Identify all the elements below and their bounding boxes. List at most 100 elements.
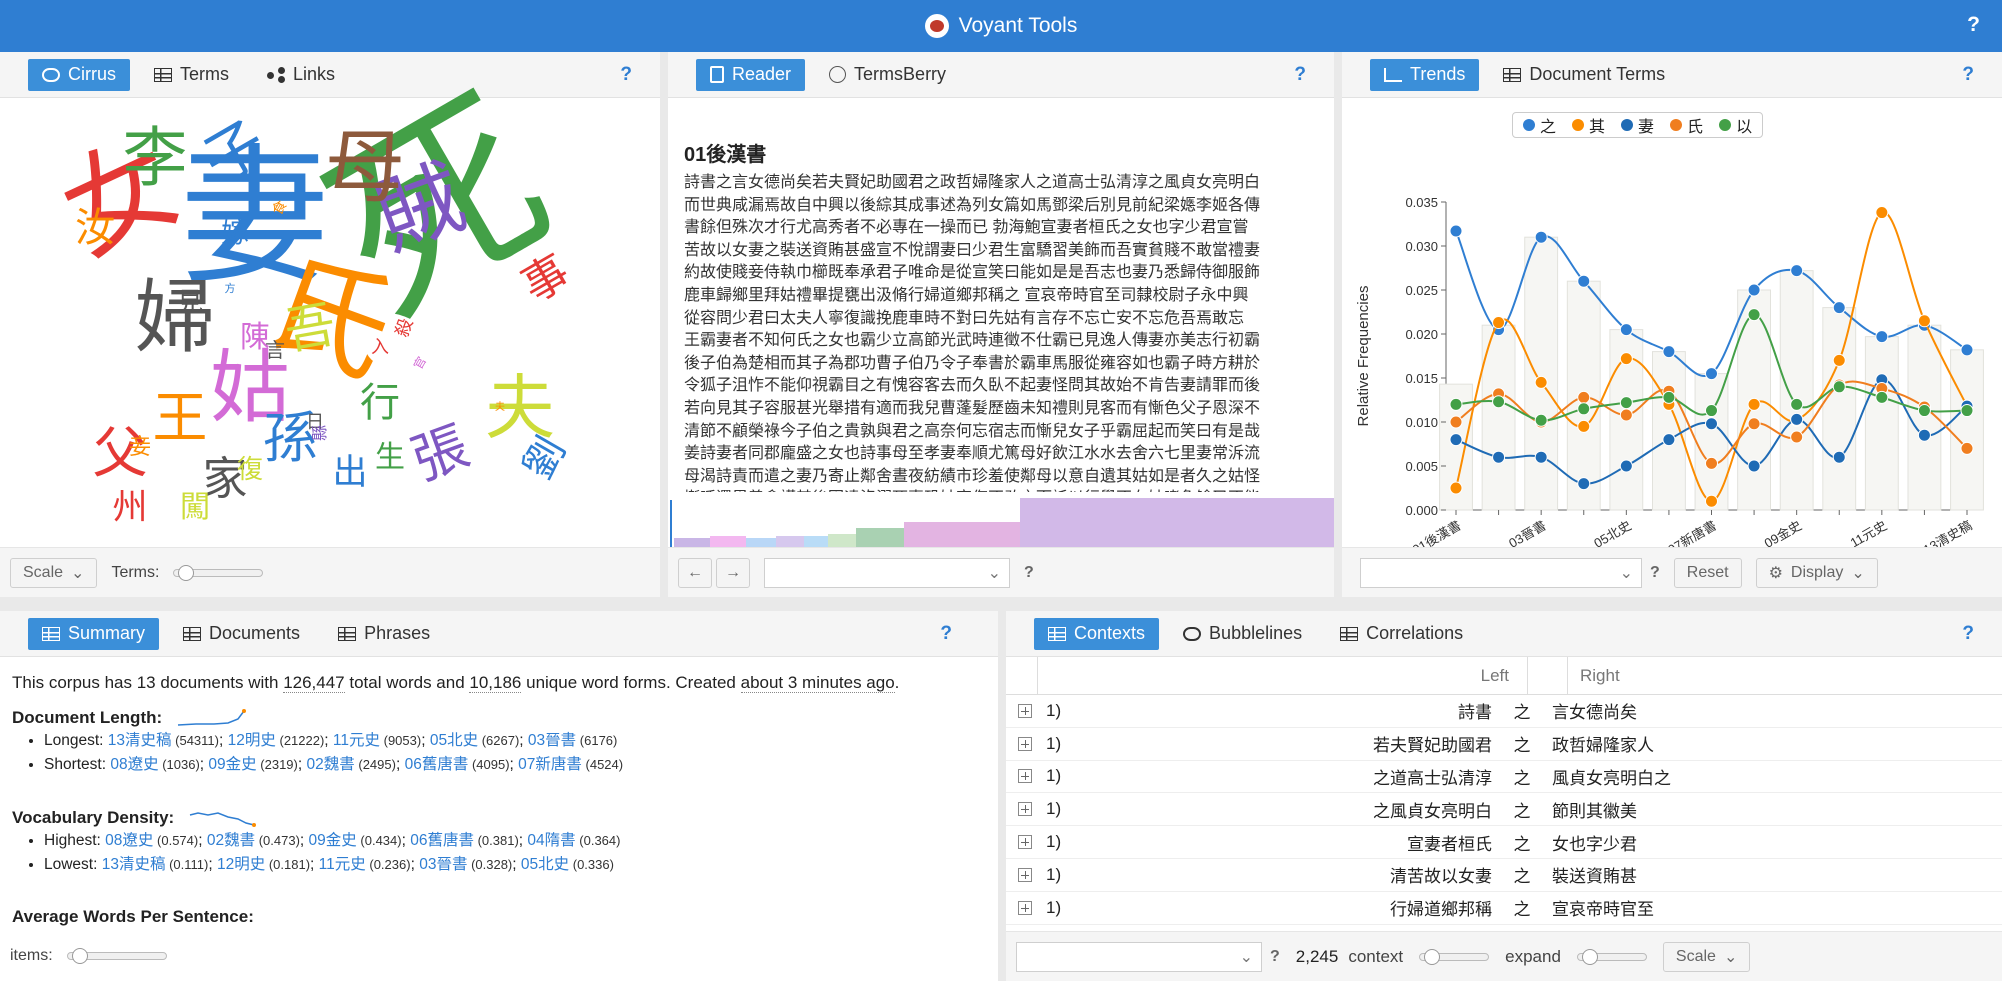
document-link[interactable]: 11元史 bbox=[333, 732, 380, 749]
trends-term-combo[interactable]: ⌄ bbox=[1360, 557, 1642, 588]
legend-item[interactable]: 氏 bbox=[1670, 113, 1703, 137]
document-link[interactable]: 08遼史 bbox=[105, 832, 153, 849]
forward-button[interactable]: → bbox=[716, 557, 750, 588]
cloud-word[interactable]: 妾 bbox=[129, 437, 151, 459]
document-link[interactable]: 04隋書 bbox=[527, 832, 575, 849]
document-link[interactable]: 08遼史 bbox=[110, 756, 158, 773]
terms-slider[interactable] bbox=[173, 564, 264, 581]
cloud-word[interactable]: 張 bbox=[403, 413, 477, 492]
contexts-term-combo[interactable]: ⌄ bbox=[1016, 941, 1262, 972]
cloud-word[interactable]: 嫁 bbox=[221, 219, 249, 247]
trends-help-icon[interactable]: ? bbox=[1962, 64, 1974, 86]
back-button[interactable]: ← bbox=[678, 557, 712, 588]
tab-bubblelines[interactable]: Bubblelines bbox=[1169, 618, 1316, 650]
slider-knob[interactable] bbox=[1424, 948, 1441, 965]
document-link[interactable]: 03晉書 bbox=[528, 732, 576, 749]
document-link[interactable]: 02魏書 bbox=[307, 756, 355, 773]
right-column-header[interactable]: Right bbox=[1568, 666, 1620, 686]
reader-footer-help-icon[interactable]: ? bbox=[1024, 564, 1034, 582]
expand-row-icon[interactable] bbox=[1018, 867, 1032, 882]
document-link[interactable]: 02魏書 bbox=[207, 832, 255, 849]
document-link[interactable]: 05北史 bbox=[521, 856, 569, 873]
reader-help-icon[interactable]: ? bbox=[1294, 64, 1306, 86]
expand-row-icon[interactable] bbox=[1018, 703, 1032, 718]
expand-row-icon[interactable] bbox=[1018, 736, 1032, 751]
table-row[interactable]: 1) 詩書 之 言女德尚矣 bbox=[1006, 695, 2002, 728]
tab-phrases[interactable]: Phrases bbox=[324, 618, 444, 650]
display-button[interactable]: ⚙ Display ⌄ bbox=[1755, 557, 1878, 588]
document-link[interactable]: 12明史 bbox=[228, 732, 276, 749]
expand-slider[interactable] bbox=[1576, 948, 1647, 965]
cloud-word[interactable]: 縣 bbox=[310, 425, 329, 441]
summary-help-icon[interactable]: ? bbox=[940, 623, 952, 645]
trends-footer-help-icon[interactable]: ? bbox=[1650, 564, 1660, 582]
cloud-word[interactable]: 復 bbox=[237, 457, 263, 483]
expand-row-icon[interactable] bbox=[1018, 802, 1032, 817]
trends-chart[interactable]: 0.000 0.005 0.010 0.015 0.020 0.025 0.030 0.035… bbox=[1342, 142, 2002, 562]
tab-cirrus[interactable]: Cirrus bbox=[28, 58, 130, 91]
document-link[interactable]: 03晉書 bbox=[419, 856, 467, 873]
document-link[interactable]: 07新唐書 bbox=[518, 756, 582, 773]
cloud-word[interactable]: 出 bbox=[333, 455, 368, 491]
cloud-word[interactable]: 入 bbox=[371, 339, 389, 357]
context-slider[interactable] bbox=[1419, 948, 1490, 965]
left-column-header[interactable]: Left bbox=[1038, 656, 1528, 695]
term-column-header[interactable] bbox=[1528, 656, 1568, 695]
table-row[interactable]: 1) 之道高士弘清淳 之 風貞女亮明白之 bbox=[1006, 761, 2002, 794]
cloud-word[interactable]: 李 bbox=[123, 126, 188, 191]
items-slider[interactable] bbox=[66, 948, 167, 964]
expand-row-icon[interactable] bbox=[1018, 900, 1032, 915]
cloud-word[interactable]: 官 bbox=[411, 354, 429, 371]
table-row[interactable]: 1) 清苦故以女妻 之 裝送資賄甚 bbox=[1006, 859, 2002, 892]
tab-contexts[interactable]: Contexts bbox=[1034, 617, 1160, 650]
cloud-word[interactable]: 吾 bbox=[280, 295, 339, 361]
tab-termsberry[interactable]: TermsBerry bbox=[815, 59, 960, 91]
contexts-help-icon[interactable]: ? bbox=[1962, 623, 1974, 645]
legend-item[interactable]: 妻 bbox=[1621, 113, 1654, 137]
slider-knob[interactable] bbox=[1581, 948, 1598, 965]
cloud-word[interactable]: 生 bbox=[375, 443, 405, 473]
cloud-word[interactable]: 夫 bbox=[495, 403, 505, 413]
document-link[interactable]: 06舊唐書 bbox=[405, 756, 469, 773]
cloud-word[interactable]: 見 bbox=[177, 290, 203, 316]
table-row[interactable]: 1) 若夫賢妃助國君 之 政哲婦隆家人 bbox=[1006, 728, 2002, 761]
cloud-word[interactable]: 闖 bbox=[180, 493, 210, 523]
table-row[interactable]: 1) 宣妻者桓氏 之 女也字少君 bbox=[1006, 826, 2002, 859]
tab-links[interactable]: Links bbox=[253, 59, 349, 91]
tab-trends[interactable]: Trends bbox=[1370, 58, 1480, 91]
slider-knob[interactable] bbox=[71, 948, 88, 964]
reset-button[interactable]: Reset bbox=[1673, 557, 1742, 588]
cloud-word[interactable]: 母 bbox=[325, 128, 405, 208]
legend-item[interactable]: 以 bbox=[1719, 113, 1752, 137]
cloud-word[interactable]: 王 bbox=[153, 390, 208, 446]
tab-terms[interactable]: Terms bbox=[140, 59, 243, 91]
document-link[interactable]: 13清史稿 bbox=[108, 732, 172, 749]
cloud-word[interactable]: 行 bbox=[360, 383, 400, 423]
tab-documents[interactable]: Documents bbox=[169, 618, 314, 650]
scale-button[interactable]: Scale ⌄ bbox=[1662, 941, 1751, 972]
tab-summary[interactable]: Summary bbox=[28, 617, 160, 650]
document-link[interactable]: 05北史 bbox=[430, 732, 478, 749]
document-link[interactable]: 12明史 bbox=[217, 856, 265, 873]
app-help-icon[interactable]: ? bbox=[1967, 13, 1980, 37]
document-link[interactable]: 06舊唐書 bbox=[410, 832, 474, 849]
legend-item[interactable]: 之 bbox=[1523, 113, 1556, 137]
contexts-footer-help-icon[interactable]: ? bbox=[1270, 948, 1280, 966]
cloud-word[interactable]: 汝 bbox=[75, 208, 115, 248]
document-link[interactable]: 09金史 bbox=[208, 756, 256, 773]
expand-row-icon[interactable] bbox=[1018, 835, 1032, 850]
cirrus-help-icon[interactable]: ? bbox=[620, 64, 632, 86]
slider-knob[interactable] bbox=[178, 564, 195, 581]
document-link[interactable]: 13清史稿 bbox=[102, 856, 166, 873]
scale-button[interactable]: Scale ⌄ bbox=[10, 557, 98, 588]
expand-row-icon[interactable] bbox=[1018, 769, 1032, 784]
cloud-word[interactable]: 方 bbox=[225, 283, 236, 294]
table-row[interactable]: 1) 行婦道鄉邦稱 之 宣哀帝時官至 bbox=[1006, 892, 2002, 925]
document-link[interactable]: 11元史 bbox=[319, 856, 366, 873]
table-row[interactable]: 1) 之風貞女亮明白 之 節則其徽美 bbox=[1006, 793, 2002, 827]
cloud-word[interactable]: 言 bbox=[265, 340, 285, 360]
tab-document-terms[interactable]: Document Terms bbox=[1489, 59, 1679, 91]
reader-search-combo[interactable]: ⌄ bbox=[764, 557, 1010, 588]
tab-correlations[interactable]: Correlations bbox=[1326, 618, 1477, 650]
cloud-word[interactable]: 州 bbox=[113, 490, 148, 526]
